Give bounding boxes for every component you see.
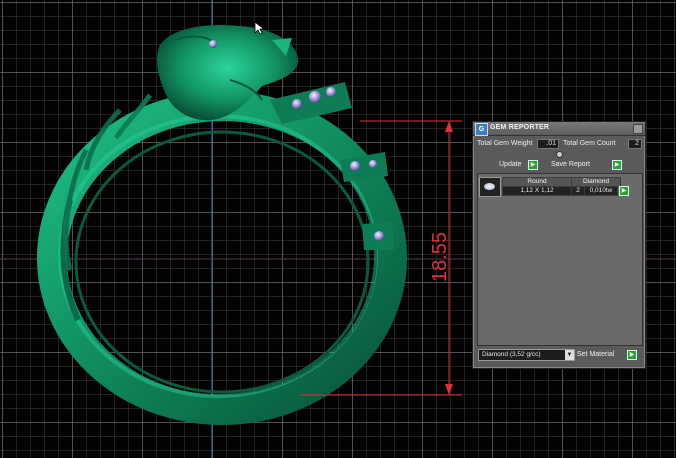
- panel-title: GEM REPORTER: [490, 124, 550, 131]
- save-report-label: Save Report: [551, 161, 590, 168]
- panel-title-bar[interactable]: G GEM REPORTER: [473, 122, 645, 136]
- total-gem-count-field: 2: [628, 139, 642, 149]
- total-gem-count-label: Total Gem Count: [563, 140, 616, 147]
- gem-size: 1,12 X 1,12: [502, 186, 572, 196]
- update-label: Update: [499, 161, 522, 168]
- mouse-cursor-icon: [254, 21, 264, 35]
- total-gem-weight-field: .01: [537, 139, 559, 149]
- panel-splitter-handle[interactable]: [556, 151, 563, 158]
- gem-row-action-button[interactable]: ▶: [619, 186, 629, 196]
- set-material-button[interactable]: ▶: [627, 350, 637, 360]
- gem-count: 2: [571, 186, 585, 196]
- material-select-value: Diamond (3,52 g/cc): [482, 351, 541, 358]
- ring-inner-edge: [74, 130, 370, 394]
- dimension-label: 18.55: [429, 232, 451, 282]
- gem-list[interactable]: Round Diamond 1,12 X 1,12 2 0,010tw ▶: [477, 173, 643, 346]
- gem-row[interactable]: Round Diamond 1,12 X 1,12 2 0,010tw ▶: [479, 177, 639, 197]
- update-button[interactable]: ▶: [528, 160, 538, 170]
- ring-band-highlight: [58, 114, 378, 398]
- 3d-viewport[interactable]: 18.55 G GEM REPORTER Total Gem Weight .0…: [0, 0, 676, 458]
- total-gem-weight-label: Total Gem Weight: [477, 140, 533, 147]
- close-icon[interactable]: [633, 124, 643, 134]
- gem-thumbnail: [479, 177, 501, 197]
- material-select[interactable]: Diamond (3,52 g/cc) ▼: [478, 349, 575, 361]
- chevron-down-icon[interactable]: ▼: [565, 350, 574, 360]
- gem-reporter-logo-icon: G: [475, 123, 488, 136]
- panther-eye: [209, 40, 217, 48]
- gem-reporter-panel[interactable]: G GEM REPORTER Total Gem Weight .01 Tota…: [472, 121, 646, 369]
- gem-weight: 0,010tw: [584, 186, 618, 196]
- material-bar: Diamond (3,52 g/cc) ▼ Set Material ▶: [477, 348, 641, 362]
- set-material-label: Set Material: [577, 351, 615, 358]
- save-report-button[interactable]: ▶: [612, 160, 622, 170]
- ring-band-outer: [37, 91, 407, 425]
- diamond-icon: [484, 183, 495, 190]
- stone-cluster-lower: [362, 222, 394, 250]
